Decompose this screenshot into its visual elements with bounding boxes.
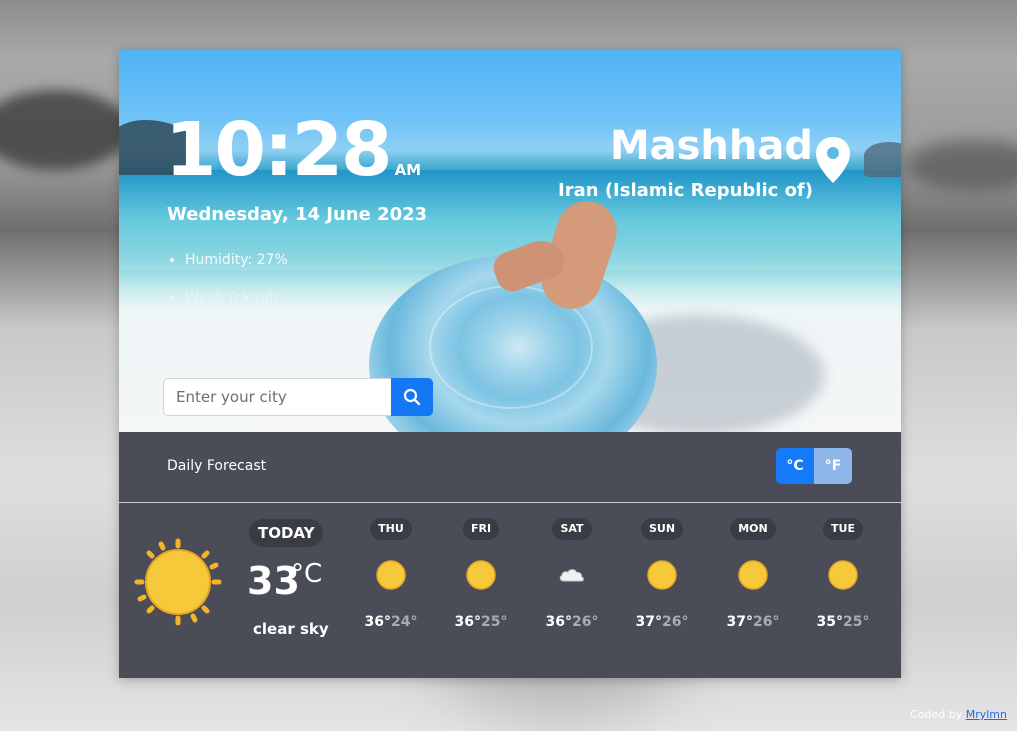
day-low: 26° — [572, 614, 599, 630]
celsius-button[interactable]: °C — [776, 448, 814, 484]
forecast-day: FRI 36°25° — [446, 517, 516, 630]
city-search-input[interactable] — [163, 378, 391, 416]
weather-details: Humidity: 27% Wind: 0 km/h — [167, 252, 288, 328]
country-name: Iran (Islamic Republic of) — [558, 180, 813, 201]
unit-toggle: °C °F — [776, 448, 852, 484]
location-pin-icon — [816, 137, 850, 183]
day-name: TUE — [823, 518, 863, 540]
forecast-day: THU 36°24° — [356, 517, 426, 630]
forecast-day: MON 37°26° — [718, 517, 788, 630]
day-high: 37° — [726, 614, 753, 630]
credit-prefix: Coded by — [910, 708, 966, 721]
day-name: MON — [730, 518, 776, 540]
day-low: 26° — [662, 614, 689, 630]
search-button[interactable] — [391, 378, 433, 416]
sun-icon — [466, 560, 496, 590]
daily-forecast: TODAY 33 °C clear sky THU 36°24° FRI 36°… — [119, 503, 901, 678]
forecast-header: Daily Forecast °C °F — [119, 432, 901, 502]
rock-right — [864, 142, 901, 177]
forecast-title: Daily Forecast — [167, 458, 267, 474]
day-low: 24° — [391, 614, 418, 630]
hero-image: 10:28AM Wednesday, 14 June 2023 Humidity… — [119, 50, 901, 432]
today-unit: °C — [291, 559, 323, 589]
forecast-day: SAT 36°26° — [537, 517, 607, 630]
today-description: clear sky — [253, 620, 329, 638]
day-high: 37° — [635, 614, 662, 630]
forecast-day: SUN 37°26° — [627, 517, 697, 630]
background-rock — [0, 90, 130, 170]
day-high: 36° — [454, 614, 481, 630]
day-name: SAT — [552, 518, 592, 540]
sun-icon — [828, 560, 858, 590]
wind-detail: Wind: 0 km/h — [185, 290, 288, 306]
author-link[interactable]: Mrylmn — [966, 708, 1007, 721]
fahrenheit-button[interactable]: °F — [814, 448, 852, 484]
day-high: 36° — [364, 614, 391, 630]
day-low: 25° — [843, 614, 870, 630]
city-name: Mashhad — [609, 123, 813, 169]
clock-time: 10:28 — [165, 107, 393, 193]
background-rock — [905, 140, 1017, 190]
search-icon — [403, 388, 421, 406]
day-low: 26° — [753, 614, 780, 630]
footer-credit: Coded by Mrylmn — [910, 708, 1007, 721]
cloud-icon — [559, 569, 584, 582]
city-search — [163, 378, 435, 416]
humidity-detail: Humidity: 27% — [185, 252, 288, 268]
sun-icon — [376, 560, 406, 590]
day-name: FRI — [462, 518, 500, 540]
day-high: 35° — [816, 614, 843, 630]
clock-ampm: AM — [394, 161, 422, 179]
current-date: Wednesday, 14 June 2023 — [167, 204, 428, 225]
day-high: 36° — [545, 614, 572, 630]
sun-icon — [134, 538, 222, 626]
day-name: SUN — [640, 518, 684, 540]
day-name: THU — [370, 518, 412, 540]
sun-icon — [647, 560, 677, 590]
forecast-day: TUE 35°25° — [808, 517, 878, 630]
sun-icon — [738, 560, 768, 590]
weather-card: 10:28AM Wednesday, 14 June 2023 Humidity… — [119, 50, 901, 678]
today-badge: TODAY — [249, 519, 324, 547]
day-low: 25° — [481, 614, 508, 630]
clock: 10:28 AM — [165, 110, 421, 190]
